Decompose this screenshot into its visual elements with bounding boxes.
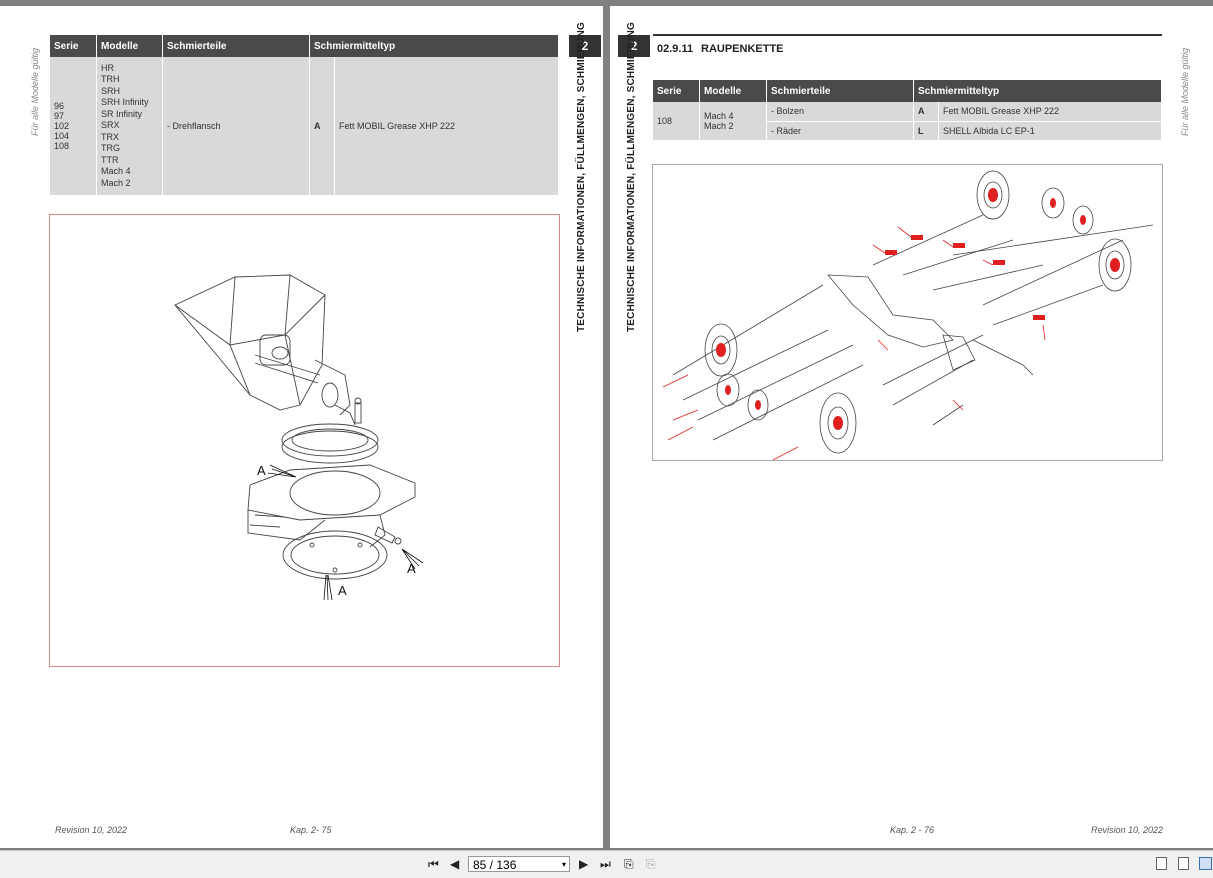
header-serie: Serie bbox=[50, 35, 97, 57]
figure-frame bbox=[652, 164, 1163, 461]
header-serie: Serie bbox=[653, 80, 700, 102]
section-title: RAUPENKETTE bbox=[701, 43, 784, 55]
cell-type: Fett MOBIL Grease XHP 222 bbox=[334, 57, 559, 196]
cell-modelle: HR TRH SRH SRH Infinity SR Infinity SRX … bbox=[96, 57, 163, 196]
cell-part-bolzen: - Bolzen bbox=[766, 102, 914, 122]
cell-code-a: A bbox=[913, 102, 939, 122]
section-rule bbox=[653, 34, 1162, 36]
label-a-1: A bbox=[257, 463, 266, 478]
last-page-icon[interactable]: ⏭ bbox=[600, 856, 611, 872]
header-schmierteile: Schmierteile bbox=[162, 35, 310, 57]
chevron-down-icon[interactable]: ▾ bbox=[562, 857, 566, 873]
next-page-icon[interactable]: ▶ bbox=[579, 856, 588, 872]
cell-code-l: L bbox=[913, 121, 939, 141]
label-a-2: A bbox=[407, 561, 416, 576]
header-schmierteile: Schmierteile bbox=[766, 80, 914, 102]
right-page: 2 TECHNISCHE INFORMATIONEN, FÜLLMENGEN, … bbox=[610, 6, 1213, 848]
cell-type-l: SHELL Albida LC EP-1 bbox=[938, 121, 1162, 141]
footer-page: Kap. 2 - 76 bbox=[890, 825, 935, 835]
footer-revision: Revision 10, 2022 bbox=[1091, 825, 1164, 835]
cell-serie: 96 97 102 104 108 bbox=[50, 57, 97, 196]
header-schmiermitteltyp: Schmiermitteltyp bbox=[913, 80, 1162, 102]
vertical-chapter-title: TECHNISCHE INFORMATIONEN, FÜLLMENGEN, SC… bbox=[576, 22, 587, 332]
page-indicator-text: 85 / 136 bbox=[473, 858, 517, 872]
first-page-icon[interactable]: ⏮ bbox=[428, 856, 439, 872]
rotary-flange-drawing: A A A bbox=[174, 274, 424, 601]
header-modelle: Modelle bbox=[699, 80, 767, 102]
continuous-view-icon[interactable] bbox=[1178, 857, 1189, 870]
go-back-view-icon[interactable]: ⎘ bbox=[624, 856, 634, 872]
footer-page: Kap. 2- 75 bbox=[290, 825, 332, 835]
cell-modelle: Mach 4 Mach 2 bbox=[699, 102, 767, 141]
section-number: 02.9.11 bbox=[657, 43, 694, 55]
left-page: Für alle Modelle gültig Serie Modelle Sc… bbox=[0, 6, 603, 848]
side-note: Für alle Modelle gültig bbox=[30, 47, 40, 136]
label-a-3: A bbox=[338, 583, 347, 598]
header-modelle: Modelle bbox=[96, 35, 163, 57]
footer-revision: Revision 10, 2022 bbox=[55, 825, 128, 835]
cell-schmierteile: - Drehflansch bbox=[162, 57, 310, 196]
track-exploded-drawing bbox=[662, 170, 1154, 461]
figure-frame: A A A bbox=[49, 214, 560, 667]
two-page-view-icon[interactable] bbox=[1199, 857, 1212, 870]
lubrication-table: Serie Modelle Schmierteile Schmiermittel… bbox=[653, 80, 1162, 141]
lubrication-table: Serie Modelle Schmierteile Schmiermittel… bbox=[50, 35, 559, 196]
go-forward-view-icon[interactable]: ⎘ bbox=[646, 856, 656, 872]
vertical-chapter-title: TECHNISCHE INFORMATIONEN, FÜLLMENGEN, SC… bbox=[626, 22, 637, 332]
single-page-view-icon[interactable] bbox=[1156, 857, 1167, 870]
header-schmiermitteltyp: Schmiermitteltyp bbox=[309, 35, 559, 57]
side-note: Für alle Modelle gültig bbox=[1180, 47, 1190, 136]
page-number-input[interactable]: 85 / 136 ▾ bbox=[468, 856, 570, 872]
previous-page-icon[interactable]: ◀ bbox=[450, 856, 459, 872]
cell-type-a: Fett MOBIL Grease XHP 222 bbox=[938, 102, 1162, 122]
cell-part-raeder: - Räder bbox=[766, 121, 914, 141]
cell-serie: 108 bbox=[653, 102, 700, 141]
cell-code: A bbox=[309, 57, 335, 196]
pdf-navigation-toolbar: ⏮ ◀ 85 / 136 ▾ ▶ ⏭ ⎘ ⎘ bbox=[0, 850, 1213, 878]
